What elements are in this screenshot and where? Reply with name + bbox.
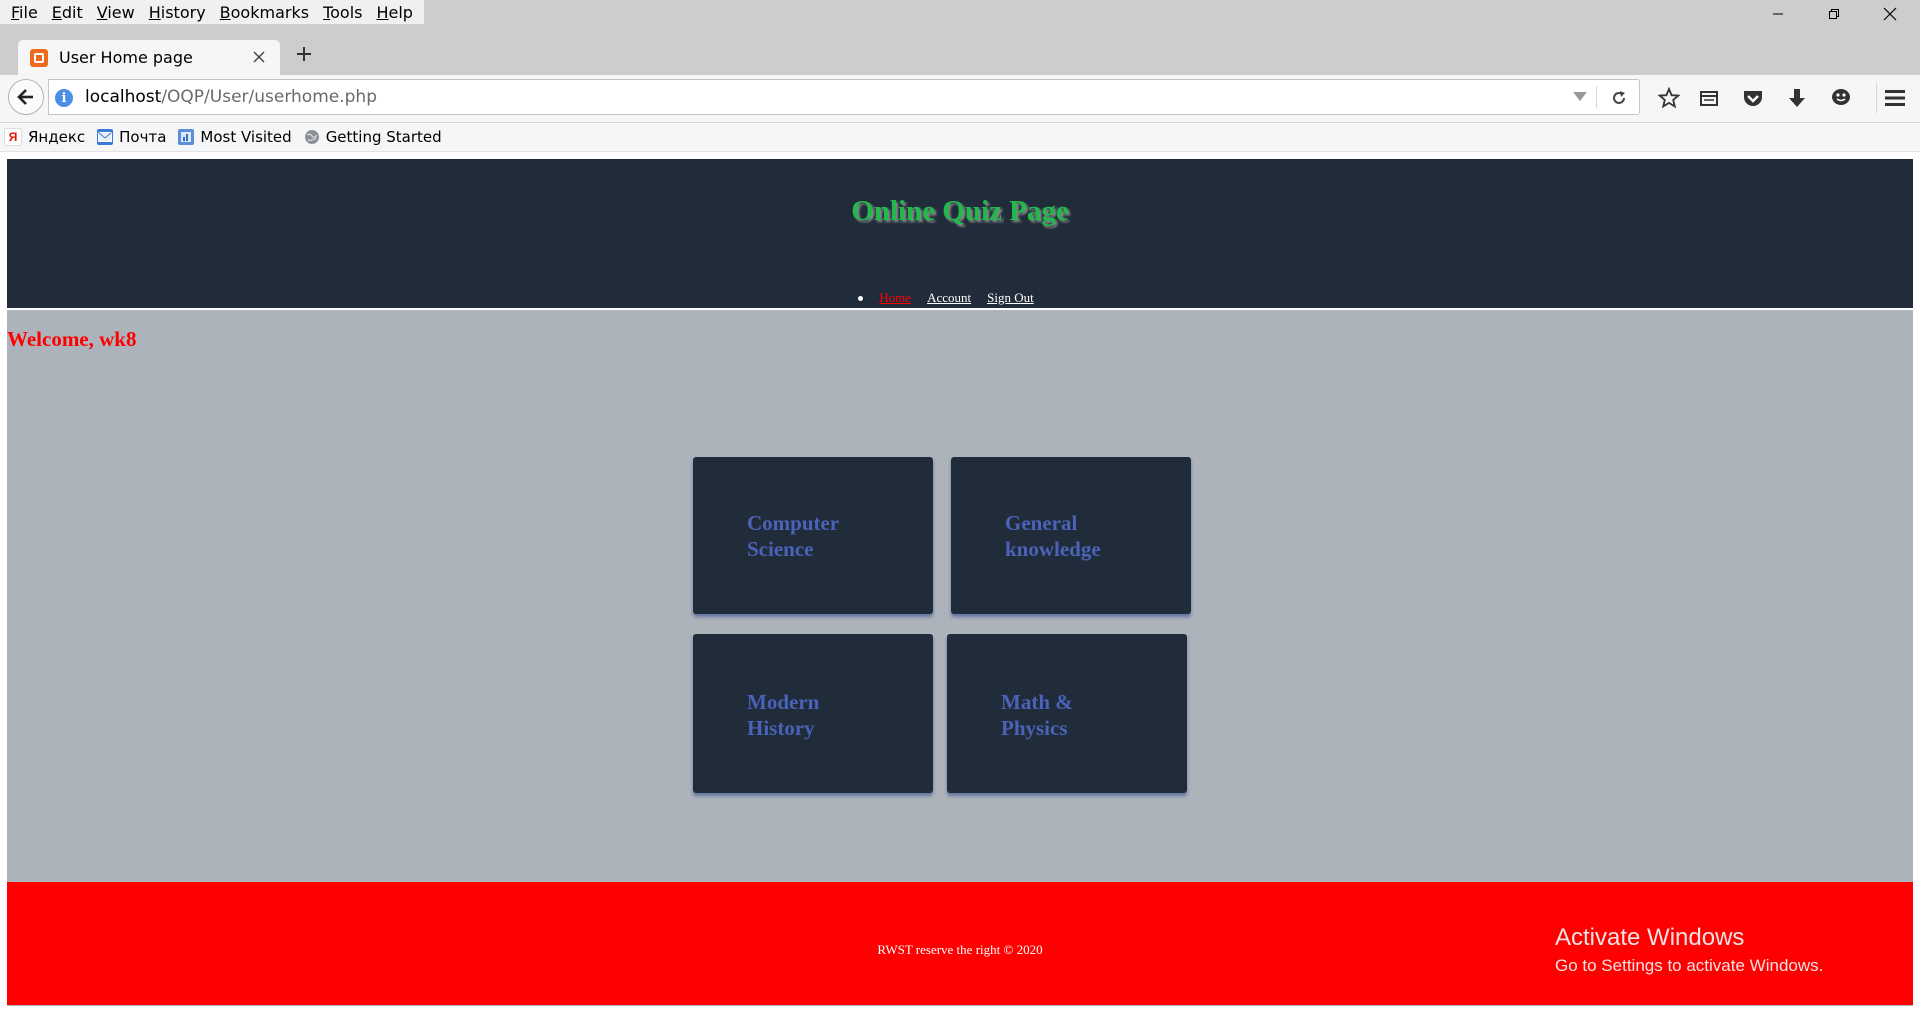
downloads-button[interactable] (1780, 81, 1814, 115)
smiley-icon (1832, 89, 1850, 105)
star-icon (1658, 87, 1680, 109)
menu-tools[interactable]: Tools (316, 3, 369, 22)
site-header: Online Quiz Page Home Account Sign Out (7, 159, 1913, 308)
watermark-subtitle: Go to Settings to activate Windows. (1555, 956, 1824, 975)
menu-bookmarks[interactable]: Bookmarks (213, 3, 316, 22)
mail-icon (97, 129, 114, 145)
info-icon[interactable]: i (55, 89, 73, 107)
category-card-general-knowledge[interactable]: General knowledge (951, 457, 1191, 614)
bookmark-star-button[interactable] (1652, 81, 1686, 115)
restore-icon (1829, 9, 1839, 19)
feedback-button[interactable] (1824, 81, 1858, 115)
navigation-toolbar: i localhost/OQP/User/userhome.php (0, 75, 1920, 123)
url-bar[interactable]: i localhost/OQP/User/userhome.php (48, 79, 1640, 115)
toolbar-separator (1876, 83, 1877, 113)
category-label: Modern History (747, 690, 820, 740)
hamburger-menu-icon (1885, 90, 1905, 106)
globe-icon (304, 129, 320, 145)
pocket-icon (1744, 91, 1762, 106)
welcome-message: Welcome, wk8 (7, 327, 137, 351)
reload-button[interactable] (1607, 86, 1631, 110)
tab-strip: User Home page (0, 24, 1920, 75)
nav-link-home[interactable]: Home (879, 290, 911, 306)
tab-close-button[interactable] (248, 46, 270, 68)
open-menu-button[interactable] (1878, 81, 1912, 115)
bookmark-getting-started[interactable]: Getting Started (304, 128, 442, 146)
category-label: Computer Science (747, 511, 840, 561)
menu-view[interactable]: View (90, 3, 142, 22)
most-visited-icon (178, 129, 195, 145)
site-title: Online Quiz Page (851, 195, 1069, 227)
bookmarks-toolbar: Я Яндекс Почта Most Visited Getting Star… (0, 123, 1920, 151)
category-card-computer-science[interactable]: Computer Science (693, 457, 933, 614)
library-icon (1700, 91, 1718, 106)
xampp-favicon-icon (30, 48, 48, 67)
back-button[interactable] (8, 79, 44, 115)
menu-edit[interactable]: Edit (45, 3, 90, 22)
category-label: Math & Physics (1001, 690, 1073, 740)
category-label: General knowledge (1005, 511, 1101, 561)
tab-user-home[interactable]: User Home page (18, 40, 280, 75)
minimize-icon (1773, 13, 1783, 15)
nav-link-account[interactable]: Account (927, 290, 971, 306)
nav-bullet (858, 295, 864, 301)
menu-items: File Edit View History Bookmarks Tools H… (0, 0, 424, 24)
category-card-math-physics[interactable]: Math & Physics (947, 634, 1187, 793)
toolbar-bottom-border (0, 151, 1920, 152)
url-text[interactable]: localhost/OQP/User/userhome.php (85, 87, 377, 107)
yandex-icon: Я (4, 128, 22, 146)
close-icon (253, 51, 265, 63)
reload-icon (1613, 91, 1625, 104)
url-history-dropdown-icon[interactable] (1573, 92, 1587, 101)
bookmark-pochta[interactable]: Почта (97, 128, 166, 146)
menu-history[interactable]: History (142, 3, 213, 22)
web-page: Online Quiz Page Home Account Sign Out W… (7, 159, 1913, 1006)
bookmark-yandex[interactable]: Я Яндекс (4, 128, 85, 146)
site-nav: Home Account Sign Out (7, 290, 1913, 306)
tab-title: User Home page (59, 48, 193, 67)
menu-file[interactable]: File (4, 3, 45, 22)
url-separator (1596, 86, 1597, 108)
category-card-modern-history[interactable]: Modern History (693, 634, 933, 793)
pocket-button[interactable] (1736, 81, 1770, 115)
menu-bar: File Edit View History Bookmarks Tools H… (0, 0, 1920, 24)
watermark-title: Activate Windows (1555, 924, 1745, 951)
nav-link-sign-out[interactable]: Sign Out (987, 290, 1034, 306)
header-divider (7, 308, 1913, 310)
menu-help[interactable]: Help (369, 3, 419, 22)
download-arrow-icon (1789, 89, 1805, 107)
bookmarks-library-button[interactable] (1692, 81, 1726, 115)
back-arrow-icon (17, 89, 33, 105)
plus-icon (297, 47, 311, 61)
new-tab-button[interactable] (290, 40, 318, 68)
close-icon (1883, 7, 1897, 21)
activate-windows-watermark: Activate Windows Go to Settings to activ… (1555, 924, 1823, 976)
bookmark-most-visited[interactable]: Most Visited (178, 128, 292, 146)
